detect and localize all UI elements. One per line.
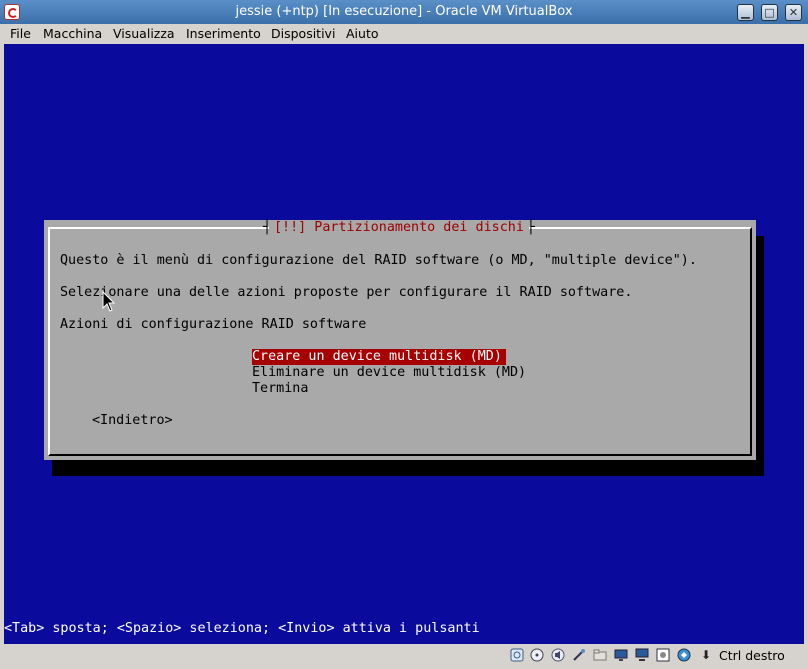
option-delete-md[interactable]: Eliminare un device multidisk (MD) [252,365,526,381]
option-create-md[interactable]: Creare un device multidisk (MD) [252,349,506,365]
menu-macchina[interactable]: Macchina [43,26,102,41]
options-heading: Azioni di configurazione RAID software [60,317,367,332]
dialog-title: [!!] Partizionamento dei dischi [263,220,535,236]
minimize-button[interactable]: ▁ [737,4,754,21]
audio-icon[interactable] [551,648,565,662]
display-icon[interactable] [614,648,628,662]
network-icon[interactable] [635,648,649,662]
back-button[interactable]: <Indietro> [92,413,173,429]
menu-visualizza[interactable]: Visualizza [113,26,175,41]
video-capture-icon[interactable] [656,648,670,662]
statusbar: ⬇ Ctrl destro [0,644,808,669]
menu-dispositivi[interactable]: Dispositivi [271,26,335,41]
menu-file[interactable]: File [10,26,31,41]
window-titlebar[interactable]: jessie (+ntp) [In esecuzione] - Oracle V… [0,0,808,25]
dialog-description: Questo è il menù di configurazione del R… [60,253,697,268]
close-button[interactable]: ✕ [785,4,802,21]
vm-display[interactable]: [!!] Partizionamento dei dischi Questo è… [4,44,804,644]
mouse-integration-icon[interactable]: ⬇ [698,648,714,662]
optical-drive-icon[interactable] [530,648,544,662]
host-key-label: Ctrl destro [719,648,785,663]
dialog-instruction: Selezionare una delle azioni proposte pe… [60,285,633,300]
mouse-cursor-icon [102,290,116,312]
window-title: jessie (+ntp) [In esecuzione] - Oracle V… [235,4,573,19]
option-finish[interactable]: Termina [252,381,308,397]
partitioning-dialog: [!!] Partizionamento dei dischi Questo è… [44,220,756,460]
shared-folder-icon[interactable] [593,648,607,662]
keyboard-help-line: <Tab> sposta; <Spazio> seleziona; <Invio… [4,621,480,636]
maximize-button[interactable]: □ [761,4,778,21]
usb-icon[interactable] [572,648,586,662]
hard-disk-icon[interactable] [510,648,524,662]
menu-inserimento[interactable]: Inserimento [186,26,261,41]
menu-aiuto[interactable]: Aiuto [346,26,379,41]
cpu-virtualization-icon[interactable] [677,648,691,662]
menubar: File Macchina Visualizza Inserimento Dis… [0,24,808,44]
